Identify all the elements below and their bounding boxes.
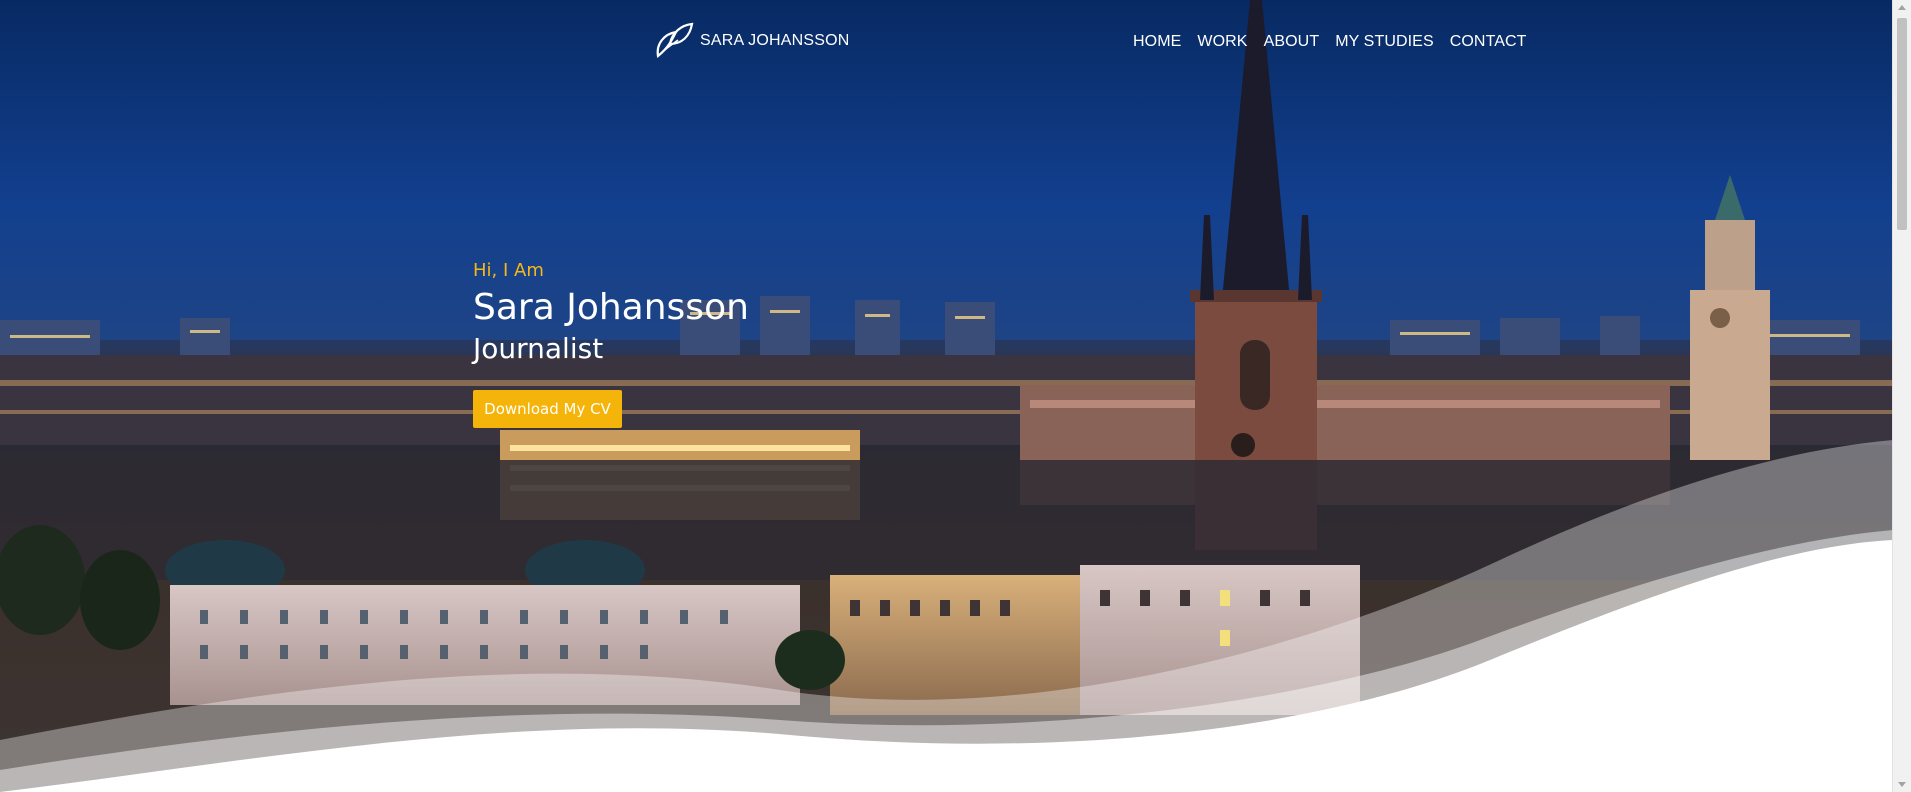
leaf-icon: [654, 22, 694, 60]
nav-about[interactable]: ABOUT: [1264, 33, 1320, 51]
hero-intro: Hi, I Am Sara Johansson Journalist: [473, 260, 749, 365]
brand-logo-link[interactable]: SARA JOHANSSON: [654, 22, 850, 60]
hero-name: Sara Johansson: [473, 287, 749, 328]
hero-greeting: Hi, I Am: [473, 260, 544, 281]
nav-home[interactable]: HOME: [1133, 33, 1181, 51]
page: SARA JOHANSSON HOME WORK ABOUT MY STUDIE…: [0, 0, 1911, 792]
brand-name: SARA JOHANSSON: [700, 32, 850, 49]
hero-background-image: [0, 0, 1893, 792]
scroll-down-arrow-icon[interactable]: [1898, 782, 1906, 787]
nav-my-studies[interactable]: MY STUDIES: [1335, 33, 1434, 51]
hero-role: Journalist: [473, 332, 604, 365]
download-cv-button[interactable]: Download My CV: [473, 390, 622, 428]
scroll-up-arrow-icon[interactable]: [1898, 5, 1906, 10]
page-scrollbar[interactable]: [1892, 0, 1911, 792]
main-nav: HOME WORK ABOUT MY STUDIES CONTACT: [1133, 33, 1527, 51]
scrollbar-thumb[interactable]: [1897, 18, 1907, 230]
hero-section: SARA JOHANSSON HOME WORK ABOUT MY STUDIE…: [0, 0, 1893, 792]
nav-work[interactable]: WORK: [1197, 33, 1247, 51]
nav-contact[interactable]: CONTACT: [1450, 33, 1527, 51]
